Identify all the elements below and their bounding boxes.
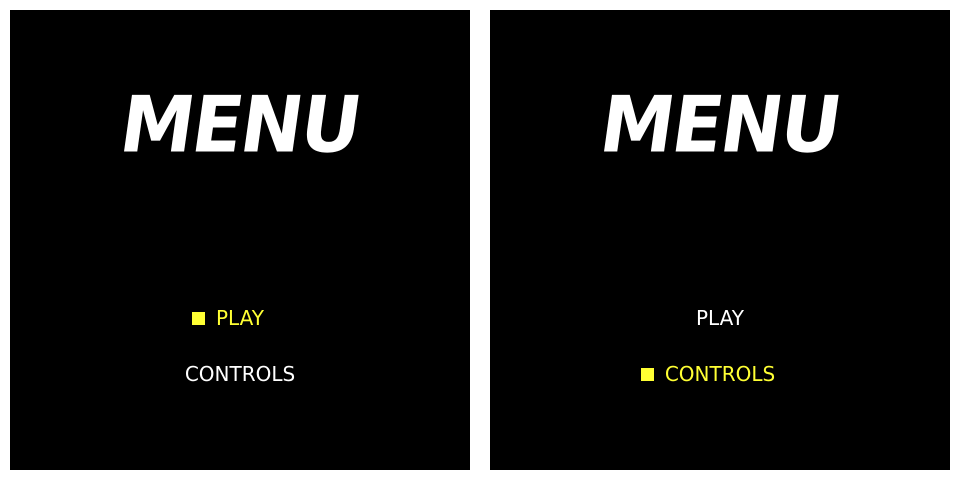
menu-item-label: PLAY (215, 306, 264, 330)
menu-item-label: PLAY (695, 306, 744, 330)
selection-square-icon (191, 312, 205, 325)
selection-square-icon (640, 368, 654, 381)
menu-item-controls[interactable]: CONTROLS (10, 362, 470, 386)
menu-item-label: CONTROLS (664, 362, 776, 386)
menu-screen-controls-selected: MENU PLAY CONTROLS (490, 10, 950, 470)
menu-item-play[interactable]: PLAY (10, 306, 470, 330)
menu-comparison: MENU PLAY CONTROLS MENU PLAY CONTROLS (0, 0, 960, 480)
menu-item-label: CONTROLS (184, 362, 296, 386)
menu-item-play[interactable]: PLAY (490, 306, 950, 330)
menu-item-controls[interactable]: CONTROLS (490, 362, 950, 386)
menu-screen-play-selected: MENU PLAY CONTROLS (10, 10, 470, 470)
menu-title: MENU (594, 79, 846, 171)
menu-title: MENU (114, 79, 366, 171)
